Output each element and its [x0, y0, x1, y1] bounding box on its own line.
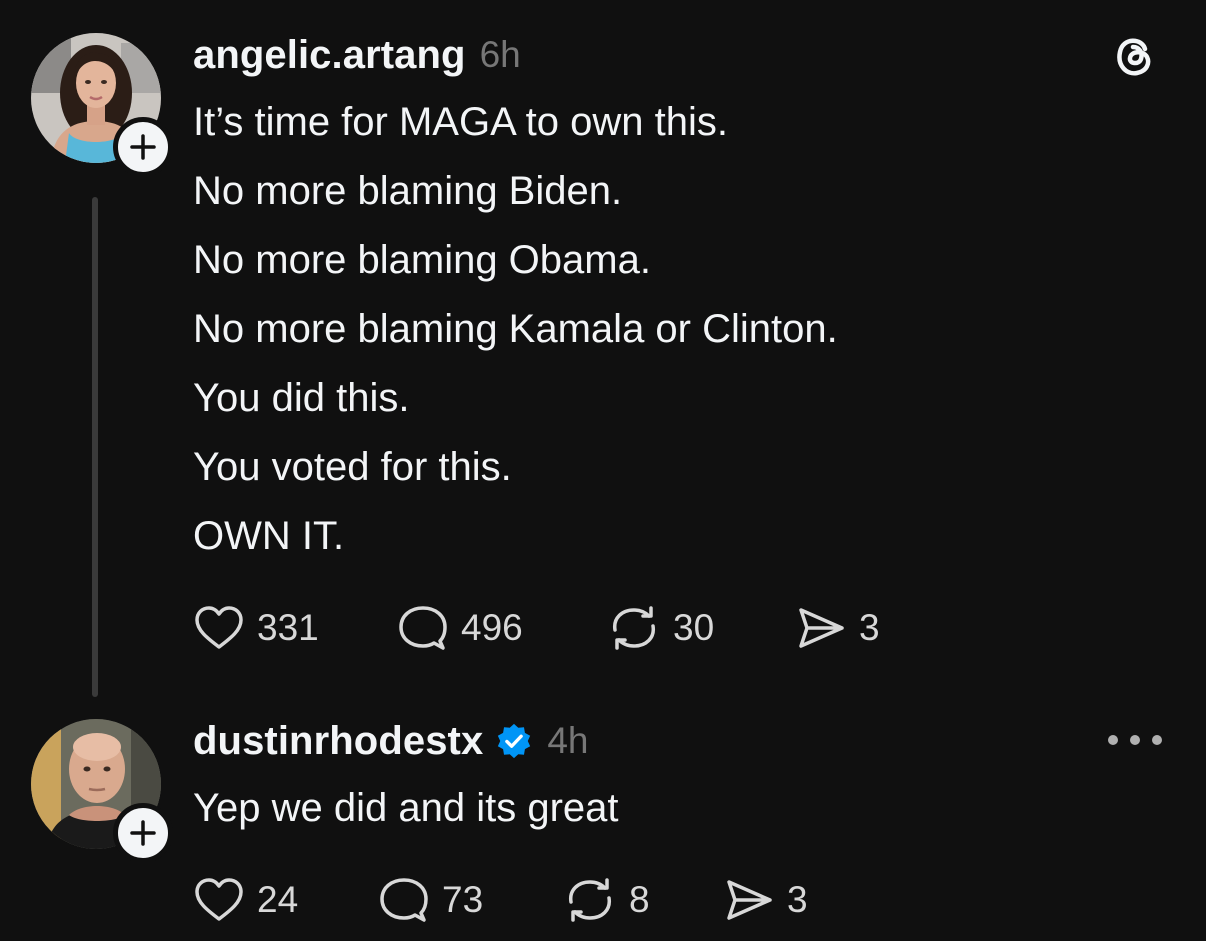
share-count: 3 [859, 607, 880, 648]
follow-button[interactable] [113, 117, 173, 177]
follow-button[interactable] [113, 803, 173, 863]
post-header: dustinrhodestx 4h [193, 716, 588, 766]
reply-count: 73 [442, 879, 484, 920]
post-header: angelic.artang 6h [193, 30, 521, 80]
heart-icon [195, 878, 243, 921]
username[interactable]: dustinrhodestx [193, 719, 483, 764]
send-icon [799, 608, 844, 648]
verified-badge-icon [498, 723, 531, 759]
share-button[interactable]: 3 [795, 604, 880, 652]
more-dot [1130, 735, 1140, 745]
send-icon [727, 880, 772, 920]
username[interactable]: angelic.artang [193, 33, 466, 78]
repost-count: 30 [673, 607, 715, 648]
like-count: 331 [257, 607, 319, 648]
like-button[interactable]: 24 [193, 876, 298, 924]
share-button[interactable]: 3 [723, 876, 808, 924]
post-body: It’s time for MAGA to own this. No more … [193, 88, 838, 571]
repost-button[interactable]: 30 [607, 604, 714, 652]
post-text-line: It’s time for MAGA to own this. [193, 100, 728, 144]
avatar-container [31, 719, 173, 863]
post-time: 4h [547, 720, 589, 761]
reply-count: 496 [461, 607, 523, 648]
repost-icon [569, 878, 611, 922]
post-text-line: No more blaming Biden. [193, 169, 623, 213]
more-dot [1152, 735, 1162, 745]
threads-logo-icon[interactable] [1109, 30, 1159, 80]
plus-icon [130, 820, 156, 846]
post-text-line: Yep we did and its great [193, 786, 619, 830]
post-text-line: No more blaming Obama. [193, 238, 651, 282]
repost-icon [613, 606, 655, 650]
repost-button[interactable]: 8 [563, 876, 650, 924]
like-count: 24 [257, 879, 299, 920]
repost-count: 8 [629, 879, 650, 920]
like-button[interactable]: 331 [193, 604, 319, 652]
post-time: 6h [479, 34, 521, 75]
post-text-line: You did this. [193, 376, 410, 420]
comment-icon [399, 606, 447, 650]
reply-button[interactable]: 496 [397, 604, 523, 652]
post-text-line: No more blaming Kamala or Clinton. [193, 307, 838, 351]
post-body: Yep we did and its great [193, 774, 619, 843]
threads-screen: angelic.artang 6h It’s time for MAGA to … [0, 0, 1206, 941]
plus-icon [130, 134, 156, 160]
share-count: 3 [787, 879, 808, 920]
more-options-button[interactable] [1108, 722, 1162, 758]
more-dot [1108, 735, 1118, 745]
reply-button[interactable]: 73 [378, 876, 483, 924]
post-text-line: OWN IT. [193, 514, 345, 558]
avatar-container [31, 33, 173, 177]
comment-icon [380, 878, 428, 922]
heart-icon [195, 606, 243, 649]
post-text-line: You voted for this. [193, 445, 512, 489]
thread-connector-line [92, 197, 98, 697]
